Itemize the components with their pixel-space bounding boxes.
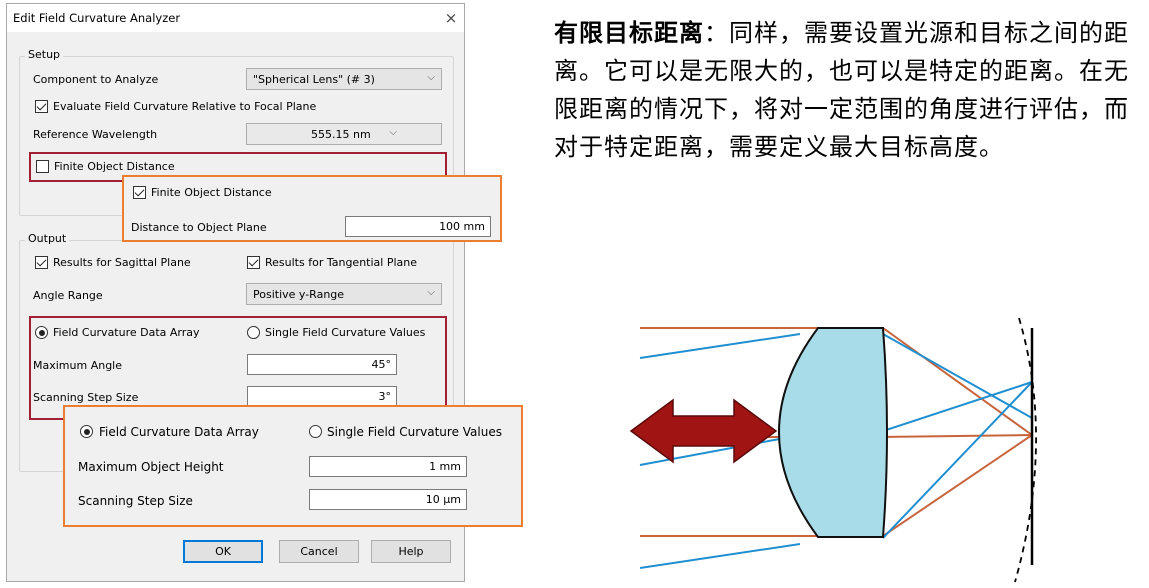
popup-finite-label: Finite Object Distance (151, 186, 272, 199)
description-paragraph: 有限目标距离：同样，需要设置光源和目标之间的距离。它可以是无限大的，也可以是特定… (554, 14, 1144, 166)
popup-step-label: Scanning Step Size (78, 494, 193, 508)
chevron-down-icon: ⌵ (427, 287, 435, 298)
data-array-label: Field Curvature Data Array (53, 326, 200, 339)
setup-legend: Setup (25, 48, 64, 61)
tangential-label: Results for Tangential Plane (265, 256, 418, 269)
popup-single-values-radio[interactable] (309, 425, 322, 438)
data-array-radio[interactable] (35, 326, 48, 339)
component-select[interactable]: "Spherical Lens" (# 3) ⌵ (246, 68, 442, 90)
component-label: Component to Analyze (33, 73, 159, 86)
ok-button[interactable]: OK (183, 540, 263, 563)
wavelength-select[interactable]: 555.15 nm ⌵ (246, 123, 442, 145)
wavelength-label: Reference Wavelength (33, 128, 158, 141)
chevron-down-icon: ⌵ (389, 127, 397, 138)
angle-range-value: Positive y-Range (253, 288, 345, 301)
popup-step-input[interactable]: 10 µm (309, 489, 467, 510)
close-icon[interactable]: × (441, 8, 461, 28)
evaluate-checkbox[interactable] (35, 100, 48, 113)
popup-step-value: 10 µm (425, 493, 461, 506)
distance-value: 100 mm (439, 220, 485, 233)
single-values-label: Single Field Curvature Values (265, 326, 426, 339)
sagittal-checkbox[interactable] (35, 256, 48, 269)
evaluate-label: Evaluate Field Curvature Relative to Foc… (53, 100, 317, 113)
max-height-value: 1 mm (429, 460, 461, 473)
sagittal-label: Results for Sagittal Plane (53, 256, 191, 269)
distance-input[interactable]: 100 mm (345, 216, 491, 237)
finite-distance-label: Finite Object Distance (54, 160, 175, 173)
chevron-down-icon: ⌵ (427, 72, 435, 83)
angle-range-label: Angle Range (33, 289, 103, 302)
single-values-radio[interactable] (247, 326, 260, 339)
popup-single-values-label: Single Field Curvature Values (327, 425, 502, 439)
output-legend: Output (25, 232, 70, 245)
wavelength-value: 555.15 nm (311, 128, 371, 141)
description-term: 有限目标距离 (554, 18, 704, 47)
finite-distance-popup: Finite Object Distance Distance to Objec… (122, 175, 502, 242)
max-height-input[interactable]: 1 mm (309, 456, 467, 477)
angle-range-select[interactable]: Positive y-Range ⌵ (246, 283, 442, 305)
popup-data-array-label: Field Curvature Data Array (99, 425, 259, 439)
step-size-label: Scanning Step Size (33, 391, 139, 404)
component-value: "Spherical Lens" (# 3) (253, 73, 375, 86)
lens-illustration (629, 317, 1037, 583)
step-size-input[interactable]: 3° (247, 386, 397, 407)
object-height-popup: Field Curvature Data Array Single Field … (63, 405, 523, 527)
title-bar: Edit Field Curvature Analyzer × (7, 4, 464, 32)
distance-label: Distance to Object Plane (131, 221, 267, 234)
cancel-button[interactable]: Cancel (279, 540, 359, 563)
tangential-checkbox[interactable] (247, 256, 260, 269)
max-angle-value: 45° (371, 358, 392, 371)
max-angle-label: Maximum Angle (33, 359, 122, 372)
popup-data-array-radio[interactable] (80, 425, 93, 438)
dialog-title: Edit Field Curvature Analyzer (13, 11, 181, 25)
popup-finite-checkbox[interactable] (133, 186, 146, 199)
help-button[interactable]: Help (371, 540, 451, 563)
max-height-label: Maximum Object Height (78, 460, 224, 474)
max-angle-input[interactable]: 45° (247, 354, 397, 375)
finite-distance-checkbox[interactable] (36, 160, 49, 173)
step-size-value: 3° (378, 390, 392, 403)
spherical-lens (778, 327, 888, 538)
